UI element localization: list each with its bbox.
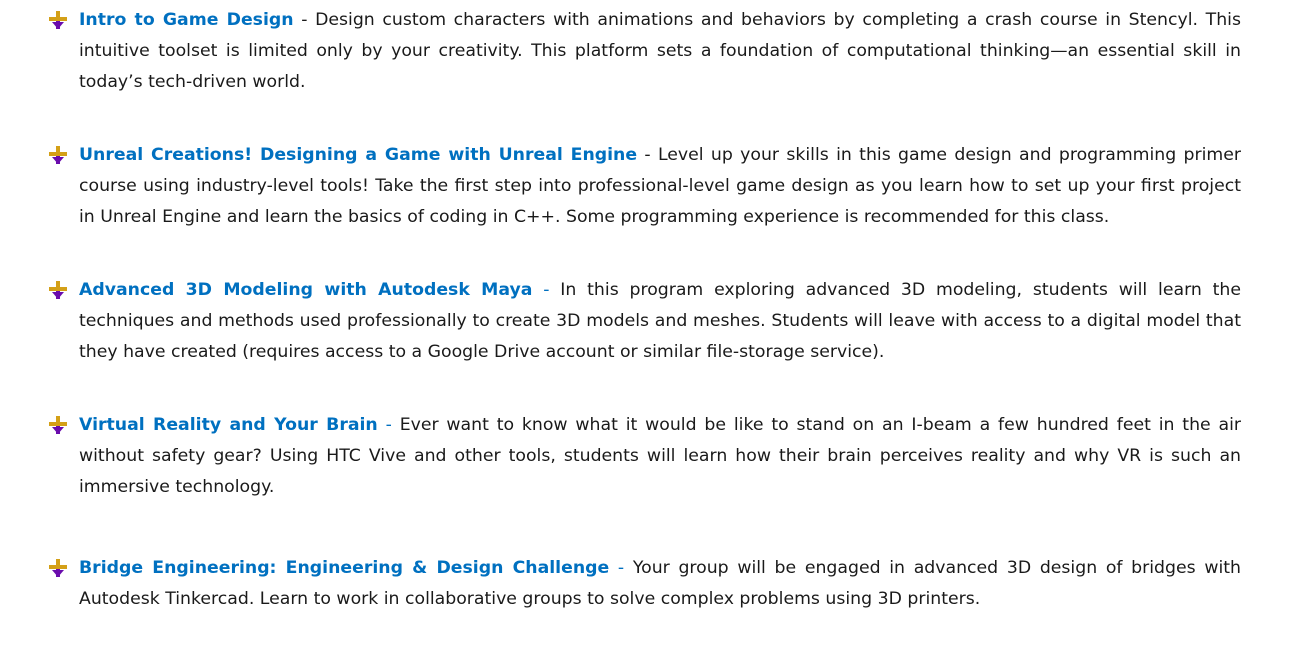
course-title: Virtual Reality and Your Brain [79, 415, 378, 435]
course-separator: - [293, 10, 316, 30]
course-text: Bridge Engineering: Engineering & Design… [79, 553, 1241, 615]
course-title: Intro to Game Design [79, 10, 294, 30]
course-title: Unreal Creations! Designing a Game with … [79, 145, 638, 165]
plus-with-down-arrow-icon [49, 11, 67, 29]
plus-with-down-arrow-icon [49, 559, 67, 577]
course-separator: - [609, 558, 633, 578]
plus-with-down-arrow-icon [49, 416, 67, 434]
course-separator: - [532, 280, 561, 300]
course-title: Bridge Engineering: Engineering & Design… [79, 558, 610, 578]
course-text: Unreal Creations! Designing a Game with … [79, 140, 1241, 233]
course-text: Intro to Game Design - Design custom cha… [79, 5, 1241, 98]
course-list: Intro to Game Design - Design custom cha… [0, 0, 1291, 654]
course-text: Advanced 3D Modeling with Autodesk Maya … [79, 275, 1241, 368]
plus-with-down-arrow-icon [49, 146, 67, 164]
course-title: Advanced 3D Modeling with Autodesk Maya [79, 280, 533, 300]
plus-with-down-arrow-icon [49, 281, 67, 299]
course-separator: - [637, 145, 658, 165]
course-text: Virtual Reality and Your Brain - Ever wa… [79, 410, 1241, 503]
course-separator: - [377, 415, 400, 435]
